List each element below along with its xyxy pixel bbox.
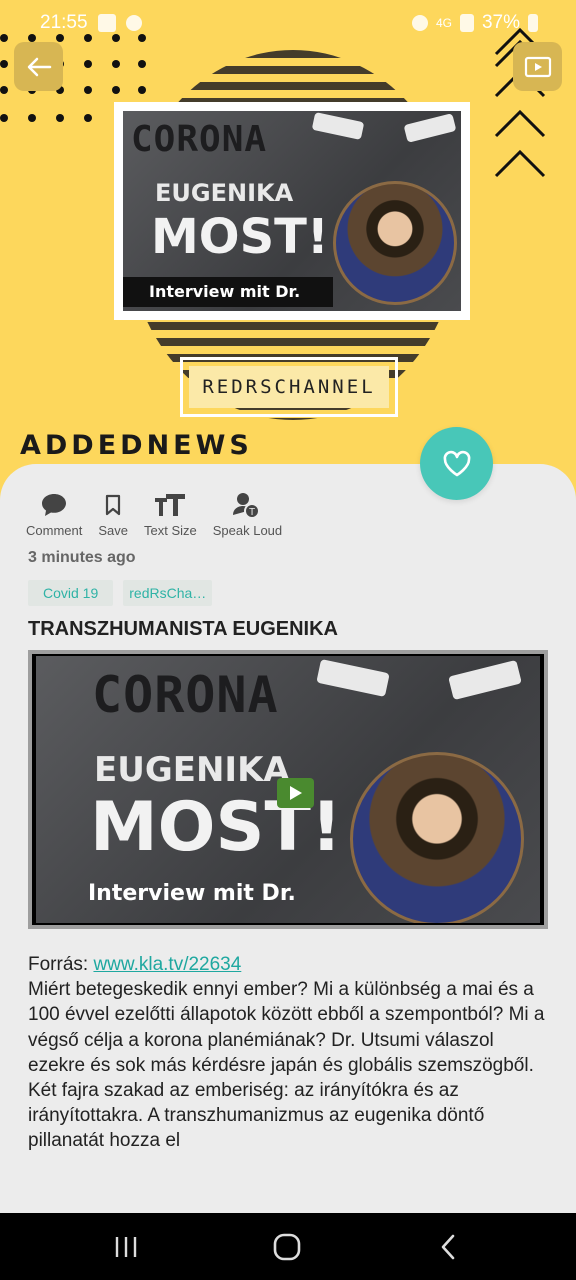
camera-graphic — [316, 658, 390, 698]
tag-list: Covid 19 redRsCha… — [28, 580, 213, 606]
comment-label: Comment — [26, 523, 83, 538]
text-size-label: Text Size — [144, 523, 197, 538]
navigation-bar — [0, 1213, 576, 1280]
alarm-icon — [411, 15, 428, 31]
body-paragraph-1: Miért betegeskedik ennyi ember? Mi a kül… — [28, 979, 545, 1076]
thumb-subtitle: Interview mit Dr. Utsumi — [123, 277, 333, 307]
hero-thumbnail: CORONA EUGENIKA MOST! Interview mit Dr. … — [123, 111, 461, 311]
speak-icon: T — [233, 493, 261, 519]
source-label: Forrás: — [28, 954, 94, 975]
signal-icon — [459, 14, 474, 32]
channel-badge: REDRSCHANNEL — [180, 357, 398, 417]
camera-graphic — [403, 113, 457, 143]
network-type: 4G — [435, 16, 452, 30]
back-button[interactable] — [14, 42, 63, 91]
home-button[interactable] — [267, 1229, 307, 1265]
tag-covid[interactable]: Covid 19 — [28, 580, 114, 606]
article-title: TRANSZHUMANISTA EUGENIKA — [28, 618, 338, 640]
video-play-icon — [524, 56, 551, 77]
save-label: Save — [98, 523, 128, 538]
section-title: ADDEDNEWS — [20, 430, 253, 461]
action-toolbar: Comment Save Text Size T Speak Loud — [26, 490, 282, 538]
hero-thumbnail-frame: CORONA EUGENIKA MOST! Interview mit Dr. … — [114, 102, 470, 320]
thumb-title-most: MOST! — [151, 209, 329, 265]
thumb-title-eugenika: EUGENIKA — [155, 179, 294, 207]
text-size-icon — [155, 494, 186, 516]
article-body: Forrás: www.kla.tv/22634 Miért betegeske… — [28, 952, 548, 1154]
video-title-corona: CORONA — [92, 666, 279, 724]
arrow-left-icon — [27, 57, 51, 76]
back-icon — [441, 1234, 455, 1260]
bookmark-icon — [106, 494, 121, 516]
camera-graphic — [311, 111, 365, 141]
nav-back-button[interactable] — [428, 1229, 468, 1265]
play-video-button[interactable] — [513, 42, 562, 91]
video-thumbnail: CORONA EUGENIKA MOST! Interview mit Dr. … — [36, 656, 540, 923]
save-button[interactable]: Save — [98, 490, 128, 538]
video-player[interactable]: CORONA EUGENIKA MOST! Interview mit Dr. … — [28, 650, 548, 929]
comment-button[interactable]: Comment — [26, 490, 82, 538]
camera-graphic — [448, 659, 522, 701]
heart-icon — [443, 450, 470, 476]
video-subtitle: Interview mit Dr. Utsumi — [88, 881, 296, 923]
body-paragraph-2: Két fajra szakad az emberiség: az irányí… — [28, 1080, 485, 1152]
speak-loud-button[interactable]: T Speak Loud — [213, 490, 282, 538]
video-portrait — [350, 752, 524, 923]
published-time: 3 minutes ago — [28, 549, 136, 566]
recent-apps-icon — [115, 1237, 137, 1257]
favorite-button[interactable] — [420, 427, 493, 500]
tag-channel[interactable]: redRsCha… — [123, 580, 213, 606]
source-link[interactable]: www.kla.tv/22634 — [93, 954, 241, 975]
thumb-title-corona: CORONA — [131, 119, 268, 160]
speak-loud-label: Speak Loud — [212, 523, 283, 538]
recent-apps-button[interactable] — [106, 1229, 146, 1265]
play-button[interactable] — [277, 778, 314, 808]
text-size-button[interactable]: Text Size — [144, 490, 197, 538]
portrait-photo — [333, 181, 457, 305]
video-title-eugenika: EUGENIKA — [94, 750, 290, 790]
svg-text:T: T — [249, 507, 255, 518]
home-icon — [273, 1233, 301, 1261]
play-icon — [289, 786, 302, 800]
comment-icon — [42, 494, 67, 516]
channel-name: REDRSCHANNEL — [189, 366, 389, 408]
